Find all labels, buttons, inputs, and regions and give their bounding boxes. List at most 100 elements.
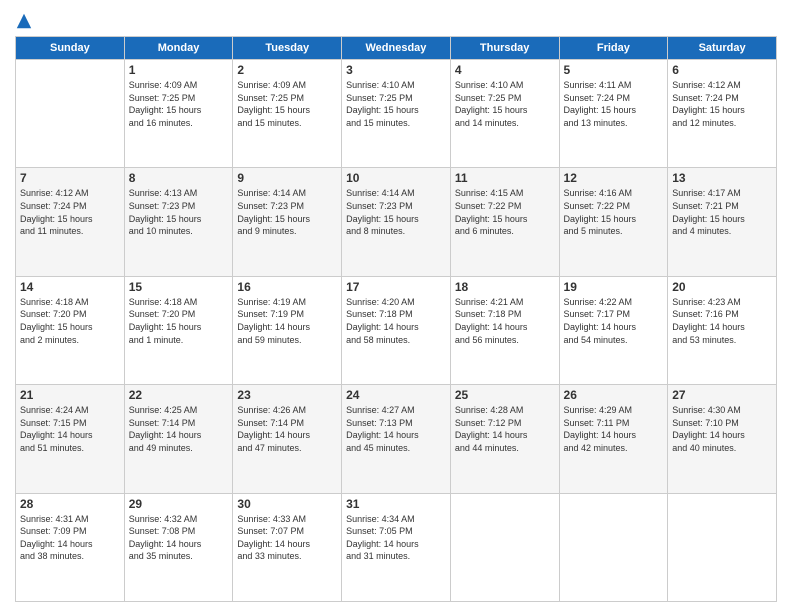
- day-number: 27: [672, 388, 772, 402]
- logo-icon: [15, 12, 33, 30]
- day-info: Sunrise: 4:10 AMSunset: 7:25 PMDaylight:…: [455, 79, 555, 129]
- calendar-cell: 6 Sunrise: 4:12 AMSunset: 7:24 PMDaylight…: [668, 60, 777, 168]
- calendar-cell: 12Sunrise: 4:16 AMSunset: 7:22 PMDayligh…: [559, 168, 668, 276]
- day-of-week-tuesday: Tuesday: [233, 37, 342, 60]
- day-number: 21: [20, 388, 120, 402]
- day-info: Sunrise: 4:12 AMSunset: 7:24 PMDaylight:…: [672, 79, 772, 129]
- calendar-cell: 9 Sunrise: 4:14 AMSunset: 7:23 PMDaylight…: [233, 168, 342, 276]
- calendar-header: SundayMondayTuesdayWednesdayThursdayFrid…: [16, 37, 777, 60]
- calendar-cell: 24 Sunrise: 4:27 AMSunset: 7:13 PMDayligh…: [342, 385, 451, 493]
- day-number: 10: [346, 171, 446, 185]
- logo: [15, 10, 37, 30]
- day-number: 24: [346, 388, 446, 402]
- day-number: 31: [346, 497, 446, 511]
- calendar-cell: 27Sunrise: 4:30 AMSunset: 7:10 PMDayligh…: [668, 385, 777, 493]
- calendar-cell: 8 Sunrise: 4:13 AMSunset: 7:23 PMDaylight…: [124, 168, 233, 276]
- week-row-5: 28 Sunrise: 4:31 AMSunset: 7:09 PMDayligh…: [16, 493, 777, 601]
- week-row-3: 14 Sunrise: 4:18 AMSunset: 7:20 PMDayligh…: [16, 276, 777, 384]
- day-info: Sunrise: 4:29 AMSunset: 7:11 PMDaylight:…: [564, 404, 664, 454]
- day-info: Sunrise: 4:15 AMSunset: 7:22 PMDaylight:…: [455, 187, 555, 237]
- day-number: 6: [672, 63, 772, 77]
- day-number: 7: [20, 171, 120, 185]
- day-number: 19: [564, 280, 664, 294]
- day-info: Sunrise: 4:13 AMSunset: 7:23 PMDaylight:…: [129, 187, 229, 237]
- calendar-cell: 19 Sunrise: 4:22 AMSunset: 7:17 PMDayligh…: [559, 276, 668, 384]
- day-info: Sunrise: 4:18 AMSunset: 7:20 PMDaylight:…: [129, 296, 229, 346]
- day-info: Sunrise: 4:18 AMSunset: 7:20 PMDaylight:…: [20, 296, 120, 346]
- calendar-cell: 18 Sunrise: 4:21 AMSunset: 7:18 PMDayligh…: [450, 276, 559, 384]
- day-number: 13: [672, 171, 772, 185]
- day-info: Sunrise: 4:09 AMSunset: 7:25 PMDaylight:…: [129, 79, 229, 129]
- week-row-2: 7 Sunrise: 4:12 AMSunset: 7:24 PMDaylight…: [16, 168, 777, 276]
- day-number: 18: [455, 280, 555, 294]
- day-number: 28: [20, 497, 120, 511]
- day-number: 14: [20, 280, 120, 294]
- day-info: Sunrise: 4:12 AMSunset: 7:24 PMDaylight:…: [20, 187, 120, 237]
- calendar-cell: 29 Sunrise: 4:32 AMSunset: 7:08 PMDayligh…: [124, 493, 233, 601]
- day-number: 23: [237, 388, 337, 402]
- header: [15, 10, 777, 30]
- calendar-body: 1 Sunrise: 4:09 AMSunset: 7:25 PMDaylight…: [16, 60, 777, 602]
- calendar-cell: 2 Sunrise: 4:09 AMSunset: 7:25 PMDaylight…: [233, 60, 342, 168]
- calendar-cell: 16 Sunrise: 4:19 AMSunset: 7:19 PMDayligh…: [233, 276, 342, 384]
- day-number: 1: [129, 63, 229, 77]
- day-number: 16: [237, 280, 337, 294]
- day-of-week-saturday: Saturday: [668, 37, 777, 60]
- calendar-cell: 25Sunrise: 4:28 AMSunset: 7:12 PMDayligh…: [450, 385, 559, 493]
- day-number: 17: [346, 280, 446, 294]
- day-info: Sunrise: 4:09 AMSunset: 7:25 PMDaylight:…: [237, 79, 337, 129]
- day-info: Sunrise: 4:14 AMSunset: 7:23 PMDaylight:…: [346, 187, 446, 237]
- day-number: 5: [564, 63, 664, 77]
- day-info: Sunrise: 4:24 AMSunset: 7:15 PMDaylight:…: [20, 404, 120, 454]
- calendar-cell: 26 Sunrise: 4:29 AMSunset: 7:11 PMDayligh…: [559, 385, 668, 493]
- day-number: 9: [237, 171, 337, 185]
- calendar-cell: 10 Sunrise: 4:14 AMSunset: 7:23 PMDayligh…: [342, 168, 451, 276]
- calendar-cell: 15 Sunrise: 4:18 AMSunset: 7:20 PMDayligh…: [124, 276, 233, 384]
- day-info: Sunrise: 4:17 AMSunset: 7:21 PMDaylight:…: [672, 187, 772, 237]
- day-info: Sunrise: 4:28 AMSunset: 7:12 PMDaylight:…: [455, 404, 555, 454]
- calendar-cell: 28 Sunrise: 4:31 AMSunset: 7:09 PMDayligh…: [16, 493, 125, 601]
- day-number: 4: [455, 63, 555, 77]
- day-info: Sunrise: 4:11 AMSunset: 7:24 PMDaylight:…: [564, 79, 664, 129]
- calendar-cell: 4 Sunrise: 4:10 AMSunset: 7:25 PMDaylight…: [450, 60, 559, 168]
- calendar-cell: 30 Sunrise: 4:33 AMSunset: 7:07 PMDayligh…: [233, 493, 342, 601]
- day-number: 29: [129, 497, 229, 511]
- day-number: 2: [237, 63, 337, 77]
- page: SundayMondayTuesdayWednesdayThursdayFrid…: [0, 0, 792, 612]
- day-info: Sunrise: 4:21 AMSunset: 7:18 PMDaylight:…: [455, 296, 555, 346]
- day-number: 20: [672, 280, 772, 294]
- day-of-week-wednesday: Wednesday: [342, 37, 451, 60]
- day-info: Sunrise: 4:14 AMSunset: 7:23 PMDaylight:…: [237, 187, 337, 237]
- calendar-cell: 13 Sunrise: 4:17 AMSunset: 7:21 PMDayligh…: [668, 168, 777, 276]
- day-of-week-monday: Monday: [124, 37, 233, 60]
- week-row-4: 21 Sunrise: 4:24 AMSunset: 7:15 PMDayligh…: [16, 385, 777, 493]
- calendar-cell: [559, 493, 668, 601]
- calendar-cell: 20 Sunrise: 4:23 AMSunset: 7:16 PMDayligh…: [668, 276, 777, 384]
- week-row-1: 1 Sunrise: 4:09 AMSunset: 7:25 PMDaylight…: [16, 60, 777, 168]
- calendar-cell: 17 Sunrise: 4:20 AMSunset: 7:18 PMDayligh…: [342, 276, 451, 384]
- calendar-cell: 21 Sunrise: 4:24 AMSunset: 7:15 PMDayligh…: [16, 385, 125, 493]
- day-info: Sunrise: 4:33 AMSunset: 7:07 PMDaylight:…: [237, 513, 337, 563]
- day-of-week-sunday: Sunday: [16, 37, 125, 60]
- day-info: Sunrise: 4:27 AMSunset: 7:13 PMDaylight:…: [346, 404, 446, 454]
- day-number: 15: [129, 280, 229, 294]
- calendar-cell: 5 Sunrise: 4:11 AMSunset: 7:24 PMDaylight…: [559, 60, 668, 168]
- day-info: Sunrise: 4:26 AMSunset: 7:14 PMDaylight:…: [237, 404, 337, 454]
- day-info: Sunrise: 4:34 AMSunset: 7:05 PMDaylight:…: [346, 513, 446, 563]
- day-info: Sunrise: 4:25 AMSunset: 7:14 PMDaylight:…: [129, 404, 229, 454]
- day-info: Sunrise: 4:23 AMSunset: 7:16 PMDaylight:…: [672, 296, 772, 346]
- calendar-cell: 22Sunrise: 4:25 AMSunset: 7:14 PMDayligh…: [124, 385, 233, 493]
- day-number: 8: [129, 171, 229, 185]
- days-of-week-row: SundayMondayTuesdayWednesdayThursdayFrid…: [16, 37, 777, 60]
- day-info: Sunrise: 4:19 AMSunset: 7:19 PMDaylight:…: [237, 296, 337, 346]
- day-info: Sunrise: 4:22 AMSunset: 7:17 PMDaylight:…: [564, 296, 664, 346]
- day-info: Sunrise: 4:31 AMSunset: 7:09 PMDaylight:…: [20, 513, 120, 563]
- day-number: 3: [346, 63, 446, 77]
- day-number: 11: [455, 171, 555, 185]
- day-info: Sunrise: 4:20 AMSunset: 7:18 PMDaylight:…: [346, 296, 446, 346]
- day-info: Sunrise: 4:32 AMSunset: 7:08 PMDaylight:…: [129, 513, 229, 563]
- day-number: 26: [564, 388, 664, 402]
- calendar-cell: 23 Sunrise: 4:26 AMSunset: 7:14 PMDayligh…: [233, 385, 342, 493]
- day-number: 30: [237, 497, 337, 511]
- calendar-cell: [450, 493, 559, 601]
